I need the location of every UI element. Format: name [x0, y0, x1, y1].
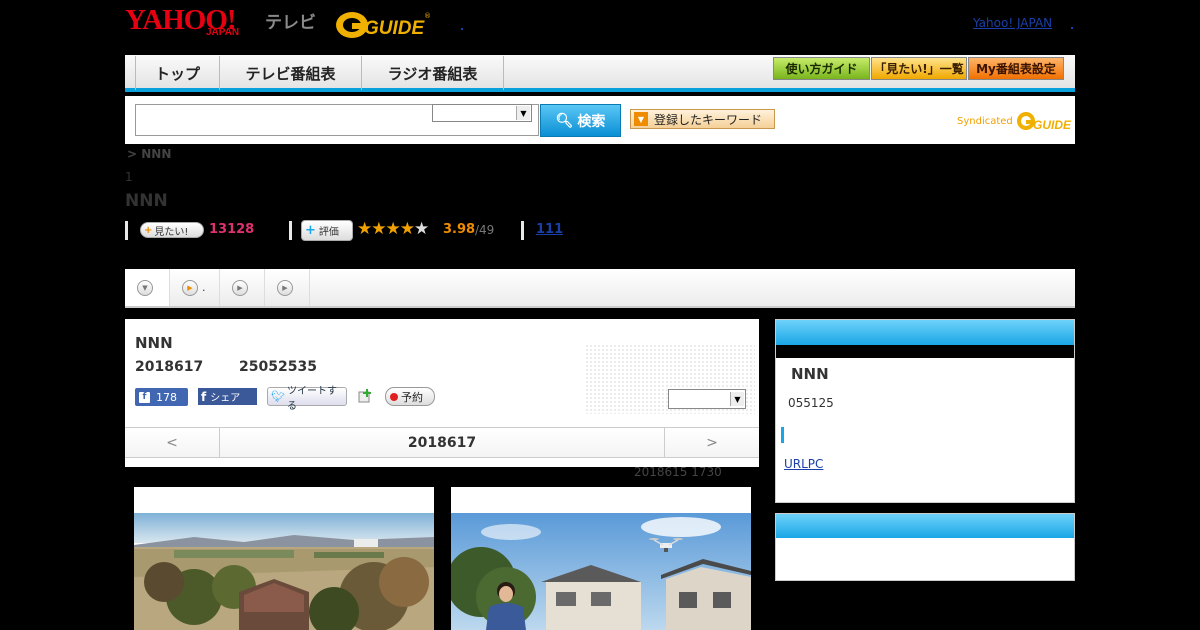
- tv-logo-text[interactable]: テレビ: [265, 8, 316, 33]
- svg-text:GUIDE: GUIDE: [1033, 118, 1072, 132]
- search-category-select[interactable]: ▼: [432, 104, 532, 122]
- mitai-count: 13128: [209, 222, 255, 237]
- chevron-down-icon: ▼: [730, 392, 744, 406]
- saved-keywords-label: 登録したキーワード: [654, 112, 763, 127]
- mitai-button[interactable]: + 見たい!: [140, 222, 204, 238]
- box-header: [776, 514, 1074, 538]
- next-day-button[interactable]: >: [664, 428, 759, 457]
- official-url-link[interactable]: URLPC: [784, 457, 823, 471]
- program-photo-drone-house[interactable]: [451, 487, 751, 630]
- page-title: NNN: [125, 191, 168, 211]
- chevron-down-icon: ▼: [634, 112, 648, 126]
- twitter-bird-icon: 🐦︎: [271, 390, 285, 403]
- stars-empty: ★: [413, 219, 429, 239]
- facebook-share-label: シェア: [210, 393, 241, 404]
- reserve-recording-button[interactable]: 予約: [385, 387, 435, 406]
- box-header: [776, 320, 1074, 345]
- chevron-down-icon: ▼: [516, 106, 530, 120]
- global-nav: トップ テレビ番組表 ラジオ番組表 使い方ガイド 「見たい!」一覧 My番組表設…: [125, 55, 1075, 92]
- tweet-label: ツイートする: [286, 385, 337, 412]
- header-dot: [1071, 27, 1073, 29]
- add-bookmark-icon[interactable]: [357, 388, 373, 404]
- episode-number: 1: [125, 170, 133, 184]
- play-icon: ▶: [182, 279, 198, 296]
- secondary-info-box: [775, 513, 1075, 581]
- facebook-icon: f: [201, 389, 207, 404]
- facebook-like-count: 178: [156, 390, 177, 404]
- svg-text:®: ®: [424, 12, 431, 20]
- last-updated-time: 2018615 1730: [634, 465, 722, 479]
- divider: [521, 221, 524, 240]
- reserve-label: 予約: [401, 390, 423, 404]
- search-button-label: 検索: [577, 113, 606, 130]
- gguide-small-logo: GUIDE: [1016, 112, 1072, 132]
- rate-label: 評価: [318, 227, 339, 238]
- sidebar-program-title: NNN: [791, 365, 829, 383]
- review-count-link[interactable]: 111: [536, 222, 563, 237]
- yahoo-japan-link[interactable]: Yahoo! JAPAN: [973, 16, 1052, 30]
- nav-tab-radio-listings[interactable]: ラジオ番組表: [362, 56, 504, 90]
- nav-tab-tv-listings[interactable]: テレビ番組表: [220, 56, 362, 90]
- facebook-icon: f: [139, 391, 150, 403]
- syndicated-gguide-badge: Syndicated GUIDE: [957, 110, 1072, 132]
- region-select[interactable]: ▼: [668, 389, 746, 409]
- tab-program-info[interactable]: ▼: [125, 269, 170, 306]
- nav-tab-top[interactable]: トップ: [135, 56, 220, 90]
- divider: [289, 221, 292, 240]
- tab-related[interactable]: ▶: [265, 269, 310, 306]
- rate-button[interactable]: + 評価: [301, 220, 353, 241]
- search-icon: 🔍︎: [555, 112, 574, 129]
- rating-value: 3.98: [443, 222, 476, 237]
- sidebar-broadcast-time: 055125: [788, 396, 834, 410]
- program-title: NNN: [135, 334, 173, 352]
- usage-guide-button[interactable]: 使い方ガイド: [773, 57, 870, 80]
- tab-label: .: [202, 281, 206, 294]
- play-icon: ▶: [232, 279, 248, 296]
- header-dot: [461, 28, 463, 30]
- program-time: 25052535: [239, 359, 317, 375]
- yahoo-japan-logo-text: JAPAN: [206, 27, 240, 38]
- tab-reviews[interactable]: ▶: [220, 269, 265, 306]
- box-subheader: [776, 345, 1074, 358]
- program-photo-aerial-village[interactable]: [134, 487, 434, 630]
- play-icon: ▶: [277, 279, 293, 296]
- day-navigation: < 2018617 >: [125, 427, 759, 458]
- svg-text:GUIDE: GUIDE: [364, 18, 426, 39]
- program-tabs: ▼ ▶ . ▶ ▶: [125, 269, 1075, 308]
- facebook-share-button[interactable]: f シェア: [198, 388, 257, 405]
- chevron-down-icon: ▼: [137, 279, 153, 296]
- star-rating: ★★★★★: [357, 219, 429, 239]
- current-day-label: 2018617: [407, 434, 477, 451]
- divider: [125, 221, 128, 240]
- previous-day-button[interactable]: <: [125, 428, 220, 457]
- search-button[interactable]: 🔍︎ 検索: [540, 104, 621, 137]
- mitai-list-button[interactable]: 「見たい!」一覧: [871, 57, 967, 80]
- breadcrumb[interactable]: > NNN: [127, 147, 171, 161]
- saved-keywords-button[interactable]: ▼ 登録したキーワード: [630, 109, 775, 129]
- tweet-button[interactable]: 🐦︎ ツイートする: [267, 386, 347, 412]
- record-dot-icon: [390, 392, 398, 401]
- plus-icon: +: [305, 223, 316, 238]
- search-bar: ▼ 🔍︎ 検索 ▼ 登録したキーワード Syndicated GUIDE: [125, 96, 1075, 144]
- facebook-like-button[interactable]: f 178: [135, 388, 188, 406]
- my-listing-settings-button[interactable]: My番組表設定: [968, 57, 1064, 80]
- program-date: 2018617: [135, 359, 204, 375]
- gguide-logo: GUIDE ®: [336, 12, 431, 39]
- mitai-label: 見たい!: [154, 226, 189, 238]
- tab-episodes[interactable]: ▶ .: [170, 269, 220, 306]
- syndicated-label: Syndicated: [957, 115, 1013, 127]
- rating-count: /49: [475, 223, 495, 237]
- section-marker: [781, 427, 784, 443]
- program-detail-panel: NNN 2018617 25052535 f 178 f シェア 🐦︎ ツイート…: [125, 319, 759, 467]
- stars-filled: ★★★★: [357, 219, 415, 239]
- plus-icon: +: [144, 224, 153, 236]
- broadcast-info-box: NNN 055125 URLPC: [775, 319, 1075, 503]
